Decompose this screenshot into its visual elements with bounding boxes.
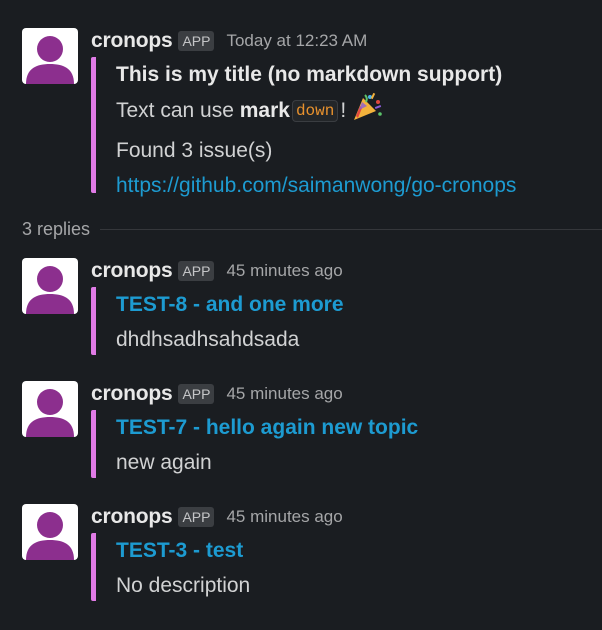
attachment-text: Text can use mark down! [116,92,516,133]
avatar[interactable] [22,258,78,314]
app-badge: APP [178,31,215,51]
attachment-title: This is my title (no markdown support) [116,63,503,86]
avatar[interactable] [22,504,78,560]
issue-description: new again [116,451,212,474]
message-header: cronops APP 45 minutes ago [91,381,343,407]
issues-count: Found 3 issue(s) [116,139,273,162]
issue-description: dhdhsadhsahdsada [116,328,300,351]
replies-divider: 3 replies [22,216,602,242]
replies-count[interactable]: 3 replies [22,219,90,240]
message-header: cronops APP Today at 12:23 AM [91,28,367,54]
text-suffix: ! [340,99,347,122]
user-silhouette-icon [26,512,74,560]
message-attachment: TEST-3 - test No description [91,533,250,601]
app-badge: APP [178,507,215,527]
timestamp[interactable]: 45 minutes ago [226,384,342,404]
avatar[interactable] [22,28,78,84]
party-popper-icon [350,92,384,133]
reply-message: cronops APP 45 minutes ago TEST-8 - and … [22,258,597,358]
user-silhouette-icon [26,389,74,437]
timestamp[interactable]: 45 minutes ago [226,261,342,281]
issue-description: No description [116,574,251,597]
avatar[interactable] [22,381,78,437]
text-bold: mark [239,99,290,122]
author-name[interactable]: cronops [91,505,173,529]
issue-title-link[interactable]: TEST-3 - test [116,533,250,568]
message-attachment: This is my title (no markdown support) T… [91,57,516,197]
timestamp[interactable]: Today at 12:23 AM [226,31,367,51]
author-name[interactable]: cronops [91,29,173,53]
message-attachment: TEST-8 - and one more dhdhsadhsahdsada [91,287,344,355]
app-badge: APP [178,261,215,281]
divider-line [100,228,602,230]
user-silhouette-icon [26,36,74,84]
repo-link[interactable]: https://github.com/saimanwong/go-cronops [116,174,516,197]
issue-title-link[interactable]: TEST-8 - and one more [116,287,344,322]
parent-message: cronops APP Today at 12:23 AM This is my… [22,28,597,198]
author-name[interactable]: cronops [91,259,173,283]
message-attachment: TEST-7 - hello again new topic new again [91,410,418,478]
user-silhouette-icon [26,266,74,314]
issue-title-link[interactable]: TEST-7 - hello again new topic [116,410,418,445]
message-header: cronops APP 45 minutes ago [91,504,343,530]
author-name[interactable]: cronops [91,382,173,406]
repo-link-row: https://github.com/saimanwong/go-cronops [116,168,516,203]
message-header: cronops APP 45 minutes ago [91,258,343,284]
text-prefix: Text can use [116,99,240,122]
reply-message: cronops APP 45 minutes ago TEST-7 - hell… [22,381,597,481]
inline-code: down [291,100,339,122]
reply-message: cronops APP 45 minutes ago TEST-3 - test… [22,504,597,604]
app-badge: APP [178,384,215,404]
timestamp[interactable]: 45 minutes ago [226,507,342,527]
